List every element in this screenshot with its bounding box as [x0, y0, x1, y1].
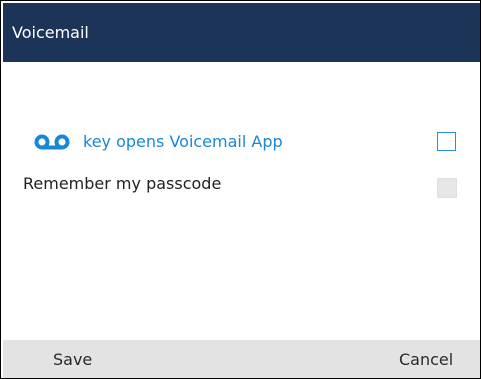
softkey-bar: Save Cancel — [3, 340, 480, 378]
cancel-button[interactable]: Cancel — [399, 350, 453, 369]
voicemail-key-checkbox[interactable] — [437, 132, 456, 151]
option-label: Remember my passcode — [23, 174, 222, 193]
title-bar: Voicemail — [3, 3, 480, 62]
option-label: key opens Voicemail App — [83, 132, 283, 151]
phone-screen: Voicemail key opens Voicemail App Rememb… — [0, 0, 481, 379]
page-title: Voicemail — [12, 23, 89, 42]
option-remember-passcode[interactable]: Remember my passcode — [23, 172, 463, 198]
option-voicemail-key[interactable]: key opens Voicemail App — [23, 130, 463, 156]
save-button[interactable]: Save — [53, 350, 92, 369]
voicemail-icon — [34, 134, 70, 150]
remember-passcode-checkbox[interactable] — [437, 178, 457, 198]
